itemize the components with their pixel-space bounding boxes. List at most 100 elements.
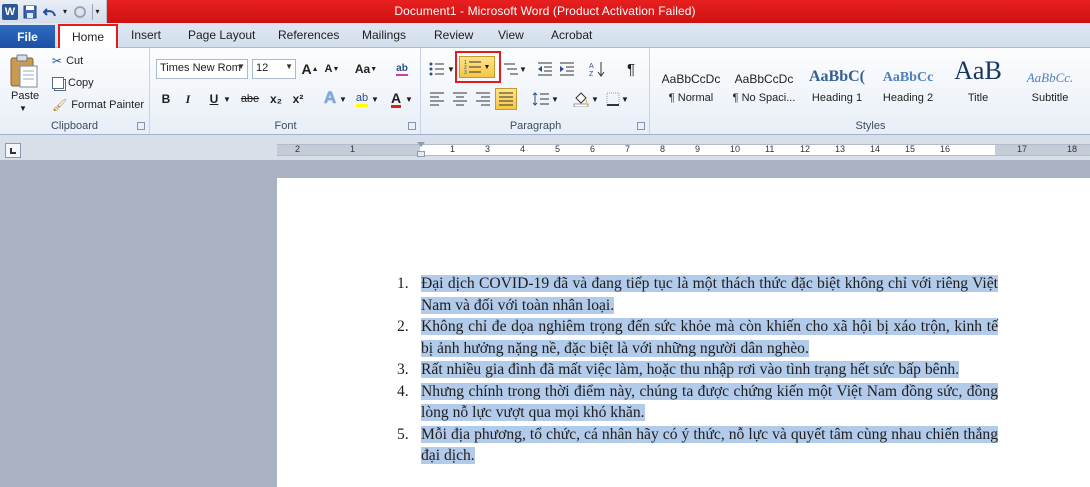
copy-icon [52,77,64,89]
shrink-font-button[interactable]: A ▼ [321,58,343,80]
strikethrough-button[interactable]: abe [237,88,263,110]
style-subtitle[interactable]: AaBbCc. Subtitle [1015,56,1085,106]
list-item[interactable]: 3. Rất nhiều gia đình đã mất việc làm, h… [397,359,998,381]
bullets-icon [429,62,444,76]
tab-insert[interactable]: Insert [131,28,161,42]
word-app-icon[interactable]: W [2,3,18,20]
style-title[interactable]: AaB Title [943,56,1013,106]
tab-home[interactable]: Home [58,24,118,50]
paste-dropdown-icon[interactable]: ▼ [19,104,27,113]
align-right-button[interactable] [472,88,494,110]
cut-button[interactable]: ✂ Cut [52,52,83,70]
list-item[interactable]: 4. Nhưng chính trong thời điểm này, chún… [397,381,998,424]
undo-icon[interactable] [42,4,58,20]
justify-button[interactable] [495,88,517,110]
font-family-select[interactable]: Times New Rom ▼ [156,59,248,79]
decrease-indent-button[interactable] [534,58,556,80]
align-left-button[interactable] [426,88,448,110]
tab-view[interactable]: View [498,28,524,42]
align-center-button[interactable] [449,88,471,110]
style-normal[interactable]: AaBbCcDc ¶ Normal [656,56,726,106]
first-line-indent-marker[interactable] [417,142,425,147]
ruler-number: 17 [1017,144,1028,154]
style-no-spacing[interactable]: AaBbCcDc ¶ No Spaci... [729,56,799,106]
list-item-text[interactable]: Rất nhiều gia đình đã mất việc làm, hoặc… [421,361,960,378]
tab-review[interactable]: Review [434,28,473,42]
shading-button[interactable] [570,88,592,110]
ruler-number: 7 [625,144,631,154]
style-title-name: Title [967,92,989,104]
grow-font-icon: A [301,61,312,77]
change-case-button[interactable]: Aa ▼ [352,58,380,80]
ruler-number: 3 [485,144,491,154]
style-heading-1-name: Heading 1 [811,92,863,104]
highlight-dropdown-icon[interactable]: ▼ [369,88,381,110]
font-size-dropdown-icon: ▼ [285,62,293,71]
text-effects-dropdown-icon[interactable]: ▼ [337,88,349,110]
style-heading-1[interactable]: AaBbC( Heading 1 [802,56,872,106]
paint-bucket-icon [573,92,589,107]
paste-button[interactable]: Paste [11,90,39,102]
horizontal-ruler[interactable]: 2 1 1 3 4 5 6 7 8 9 10 11 12 13 14 15 16… [277,142,1090,157]
grow-font-button[interactable]: A ▲ [299,58,321,80]
tab-file[interactable]: File [0,25,55,48]
shading-dropdown-icon[interactable]: ▼ [590,88,600,110]
bullets-button[interactable] [426,58,448,80]
line-spacing-dropdown-icon[interactable]: ▼ [550,88,560,110]
format-painter-button[interactable]: 🖌 Format Painter [52,96,144,114]
numbered-list[interactable]: 1. Đại dịch COVID-19 đã và đang tiếp tục… [397,273,998,467]
tab-references[interactable]: References [278,28,339,42]
hanging-indent-marker[interactable] [417,151,425,157]
ruler-number: 4 [520,144,526,154]
redo-icon[interactable] [72,4,88,20]
clipboard-group-label: Clipboard [50,120,99,132]
style-heading-2-name: Heading 2 [882,92,934,104]
list-item-number: 5. [397,425,409,443]
paste-icon[interactable] [8,54,40,90]
style-no-spacing-name: ¶ No Spaci... [732,92,796,104]
tab-acrobat[interactable]: Acrobat [551,28,592,42]
window-title: Document1 - Microsoft Word (Product Acti… [394,4,696,18]
style-heading-2[interactable]: AaBbCc Heading 2 [873,56,943,106]
paragraph-dialog-launcher[interactable] [637,122,645,130]
borders-dropdown-icon[interactable]: ▼ [620,88,630,110]
undo-dropdown-icon[interactable]: ▾ [62,4,68,20]
bold-button[interactable]: B [155,88,177,110]
underline-dropdown-icon[interactable]: ▼ [221,88,233,110]
show-formatting-button[interactable]: ¶ [620,58,642,80]
font-color-dropdown-icon[interactable]: ▼ [403,88,415,110]
list-item-text[interactable]: Đại dịch COVID-19 đã và đang tiếp tục là… [421,275,998,314]
sort-icon: AZ [589,62,605,77]
tab-selector-button[interactable] [5,143,21,158]
multilevel-dropdown-icon[interactable]: ▼ [518,58,528,80]
list-item[interactable]: 1. Đại dịch COVID-19 đã và đang tiếp tục… [397,273,998,316]
list-item-text[interactable]: Mỗi địa phương, tổ chức, cá nhân hãy có … [421,425,998,464]
line-spacing-button[interactable] [530,88,552,110]
clipboard-dialog-launcher[interactable] [137,122,145,130]
superscript-button[interactable]: x² [287,88,309,110]
ruler-number: 16 [940,144,951,154]
increase-indent-button[interactable] [556,58,578,80]
numbering-button[interactable]: 123 ▼ [459,56,495,78]
sort-button[interactable]: AZ [586,58,608,80]
ruler-number: 18 [1067,144,1078,154]
font-dialog-launcher[interactable] [408,122,416,130]
list-item[interactable]: 2. Không chỉ đe dọa nghiêm trọng đến sức… [397,316,998,359]
list-item-number: 3. [397,361,409,378]
multilevel-list-icon [504,63,518,75]
italic-button[interactable]: I [177,88,199,110]
list-item-text[interactable]: Nhưng chính trong thời điểm này, chúng t… [421,382,998,421]
list-item[interactable]: 5. Mỗi địa phương, tổ chức, cá nhân hãy … [397,424,998,467]
save-icon[interactable] [22,4,38,20]
list-item-text[interactable]: Không chỉ đe dọa nghiêm trọng đến sức kh… [421,318,998,357]
clear-formatting-button[interactable]: ab [391,58,413,80]
svg-text:A: A [589,63,594,70]
tab-mailings[interactable]: Mailings [362,28,406,42]
copy-button[interactable]: Copy [52,74,94,92]
tab-page-layout[interactable]: Page Layout [188,28,255,42]
font-size-select[interactable]: 12 ▼ [252,59,296,79]
change-case-icon: Aa [354,62,371,76]
copy-label: Copy [68,77,94,89]
customize-qat-icon[interactable]: ▾ [92,3,102,20]
subscript-button[interactable]: x₂ [265,88,287,110]
